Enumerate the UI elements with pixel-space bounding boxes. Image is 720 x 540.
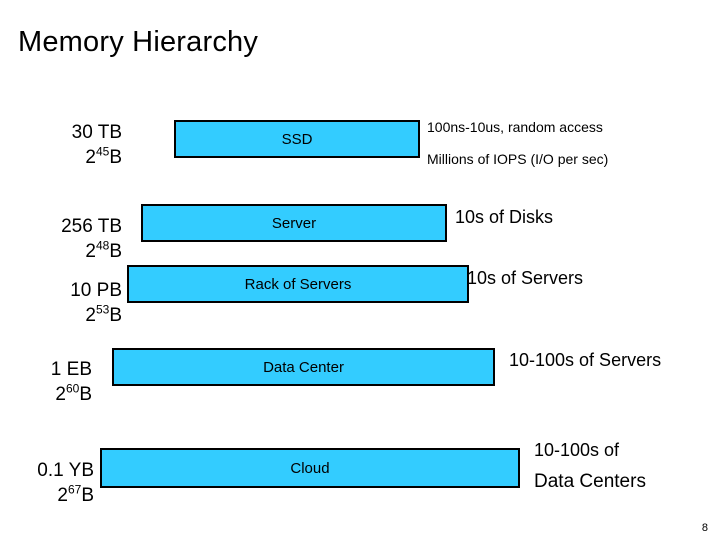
slide-canvas: Memory Hierarchy 30 TB 245B SSD 100ns-10… bbox=[0, 0, 720, 540]
note-ssd-line1: 100ns-10us, random access bbox=[427, 119, 603, 135]
page-title: Memory Hierarchy bbox=[18, 26, 259, 58]
note-server-line1: 10s of Disks bbox=[455, 207, 554, 227]
capacity-label-cloud: 0.1 YB 267B bbox=[0, 458, 94, 508]
note-ssd-line2: Millions of IOPS (I/O per sec) bbox=[427, 151, 609, 167]
bar-rack-of-servers[interactable]: Rack of Servers bbox=[127, 265, 469, 303]
capacity-label-rack-line1: 10 PB bbox=[70, 280, 122, 301]
bar-label-ssd: SSD bbox=[281, 130, 313, 148]
bar-label-rack-of-servers: Rack of Servers bbox=[244, 275, 352, 293]
capacity-label-server-line2: 248B bbox=[85, 238, 122, 262]
note-server: 10s of Disks bbox=[455, 205, 553, 229]
bar-label-cloud: Cloud bbox=[290, 459, 330, 477]
bar-server[interactable]: Server bbox=[141, 204, 447, 242]
capacity-label-datacenter: 1 EB 260B bbox=[10, 357, 92, 407]
note-datacenter: 10-100s of Servers bbox=[509, 348, 661, 372]
capacity-label-datacenter-line1: 1 EB bbox=[50, 359, 92, 380]
bar-label-data-center: Data Center bbox=[263, 358, 344, 376]
bar-cloud[interactable]: Cloud bbox=[100, 448, 520, 488]
note-cloud: 10-100s of Data Centers bbox=[534, 438, 646, 494]
capacity-label-ssd-line2: 245B bbox=[85, 144, 122, 168]
capacity-label-datacenter-line2: 260B bbox=[55, 381, 92, 405]
note-rack-line1: 10s of Servers bbox=[467, 268, 584, 288]
bar-data-center[interactable]: Data Center bbox=[112, 348, 495, 386]
page-number: 8 bbox=[701, 522, 708, 534]
capacity-label-ssd: 30 TB 245B bbox=[22, 120, 122, 170]
note-ssd: 100ns-10us, random access Millions of IO… bbox=[427, 117, 608, 169]
capacity-label-cloud-line2: 267B bbox=[57, 482, 94, 506]
note-cloud-line2: Data Centers bbox=[534, 471, 646, 492]
bar-ssd[interactable]: SSD bbox=[174, 120, 420, 158]
note-datacenter-line1: 10-100s of Servers bbox=[509, 350, 662, 370]
bar-label-server: Server bbox=[271, 214, 317, 232]
note-rack: 10s of Servers bbox=[467, 266, 583, 290]
capacity-label-cloud-line1: 0.1 YB bbox=[37, 460, 94, 481]
capacity-label-rack: 10 PB 253B bbox=[10, 278, 122, 328]
capacity-label-server: 256 TB 248B bbox=[10, 214, 122, 264]
capacity-label-rack-line2: 253B bbox=[85, 302, 122, 326]
capacity-label-ssd-line1: 30 TB bbox=[71, 122, 122, 143]
capacity-label-server-line1: 256 TB bbox=[61, 216, 122, 237]
note-cloud-line1: 10-100s of bbox=[534, 440, 620, 460]
